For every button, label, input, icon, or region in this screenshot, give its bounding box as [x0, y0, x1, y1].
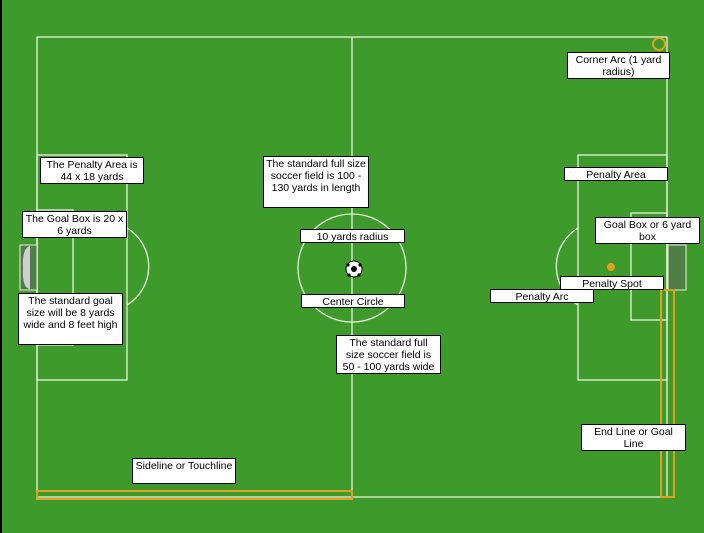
ten-yards-radius-label: 10 yards radius	[300, 229, 405, 243]
corner-arc-highlight	[652, 37, 666, 51]
field-length-label: The standard full size soccer field is 1…	[263, 156, 369, 208]
end-line-label: End Line or Goal Line	[581, 424, 686, 451]
corner-arc-label: Corner Arc (1 yard radius)	[567, 52, 670, 79]
goal-box-label: Goal Box or 6 yard box	[595, 217, 700, 244]
sideline-highlight	[36, 490, 353, 500]
goal-size-label: The standard goal size will be 8 yards w…	[18, 293, 123, 345]
penalty-area-size-label: The Penalty Area is 44 x 18 yards	[40, 157, 144, 184]
right-goal	[667, 244, 687, 291]
penalty-arc-label: Penalty Arc	[490, 289, 594, 303]
right-penalty-area	[577, 154, 668, 381]
penalty-area-label: Penalty Area	[564, 167, 668, 181]
soccer-ball-icon	[345, 260, 363, 278]
penalty-spot	[607, 263, 615, 271]
penalty-spot-label: Penalty Spot	[560, 276, 664, 290]
left-penalty-area	[36, 154, 128, 381]
goal-box-size-label: The Goal Box is 20 x 6 yards	[22, 211, 127, 238]
field-markings	[19, 36, 687, 500]
center-circle-label: Center Circle	[301, 294, 405, 308]
field-width-label: The standard full size soccer field is 5…	[336, 335, 441, 374]
left-penalty-arc	[126, 227, 150, 306]
sideline-label: Sideline or Touchline	[132, 458, 236, 484]
soccer-pitch: Corner Arc (1 yard radius) The Penalty A…	[2, 0, 704, 533]
